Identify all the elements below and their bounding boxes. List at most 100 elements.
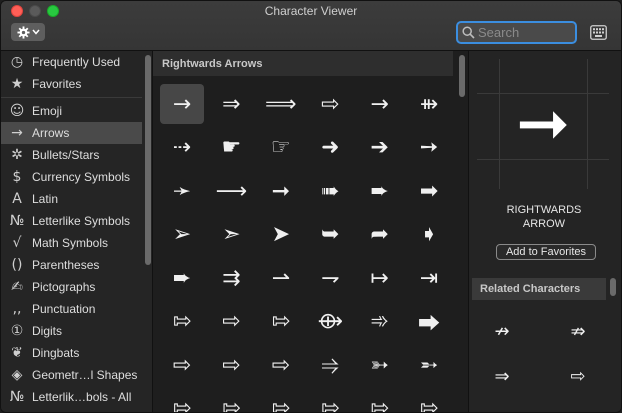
character-cell[interactable]: ➠ bbox=[308, 171, 352, 211]
asterisk-icon: ✲ bbox=[11, 147, 23, 163]
character-cell[interactable]: ⇨ bbox=[259, 345, 303, 385]
sidebar-item-label: Emoji bbox=[32, 104, 63, 118]
character-viewer-window: Character Viewer Search ◷ Frequently Use… bbox=[0, 0, 622, 413]
related-characters-header: Related Characters bbox=[472, 278, 606, 300]
related-character[interactable]: ↛ bbox=[477, 316, 527, 346]
character-cell[interactable]: ➵ bbox=[407, 345, 451, 385]
sidebar-item-label: Frequently Used bbox=[32, 55, 121, 69]
character-cell[interactable]: ↦ bbox=[358, 258, 402, 298]
smiley-icon: ☺ bbox=[9, 103, 25, 119]
character-cell[interactable]: ⇁ bbox=[308, 258, 352, 298]
preview-glyph: ➞ bbox=[516, 87, 570, 161]
add-to-favorites-button[interactable]: Add to Favorites bbox=[496, 244, 596, 260]
character-cell[interactable]: ➾ bbox=[358, 302, 402, 342]
character-cell[interactable]: → bbox=[160, 84, 204, 124]
character-name-line: ARROW bbox=[522, 218, 566, 230]
sidebar-item-label: Pictographs bbox=[32, 280, 96, 294]
character-cell[interactable]: ⟹ bbox=[259, 84, 303, 124]
sidebar-item-frequently-used[interactable]: ◷ Frequently Used bbox=[1, 51, 142, 73]
clock-icon: ◷ bbox=[10, 54, 24, 70]
character-cell[interactable]: ⇰ bbox=[259, 389, 303, 412]
character-cell[interactable]: ⇨ bbox=[308, 84, 352, 124]
search-field[interactable] bbox=[456, 21, 577, 44]
character-cell[interactable]: ➧ bbox=[407, 215, 451, 255]
sidebar-item-geometrical-shapes[interactable]: ◈ Geometr…l Shapes bbox=[1, 364, 142, 386]
search-input[interactable] bbox=[478, 24, 572, 41]
sidebar-item-letterlike-symbols[interactable]: № Letterlike Symbols bbox=[1, 210, 142, 232]
character-cell[interactable]: ➙ bbox=[407, 128, 451, 168]
character-name-line: RIGHTWARDS bbox=[506, 204, 582, 216]
action-menu-button[interactable] bbox=[11, 23, 45, 41]
character-cell[interactable]: ⇰ bbox=[160, 389, 204, 412]
related-character[interactable]: ⇨ bbox=[553, 361, 603, 391]
character-cell[interactable]: ➡ bbox=[407, 171, 451, 211]
character-cell[interactable]: ➥ bbox=[308, 215, 352, 255]
character-cell[interactable]: ➦ bbox=[358, 215, 402, 255]
character-cell[interactable]: ⥤ bbox=[308, 345, 352, 385]
sidebar-item-math-symbols[interactable]: √ Math Symbols bbox=[1, 232, 142, 254]
character-cell[interactable]: ⇒ bbox=[209, 84, 253, 124]
sidebar-item-digits[interactable]: ① Digits bbox=[1, 320, 142, 342]
sidebar-item-favorites[interactable]: ★ Favorites bbox=[1, 73, 142, 95]
character-cell[interactable]: ⟶ bbox=[209, 171, 253, 211]
character-cell[interactable]: ⇨ bbox=[160, 345, 204, 385]
character-cell[interactable]: ⟴ bbox=[308, 302, 352, 342]
character-cell[interactable]: ⇰ bbox=[308, 389, 352, 412]
character-cell[interactable]: ➜ bbox=[308, 128, 352, 168]
sidebar-item-label: Dingbats bbox=[32, 346, 80, 360]
character-cell[interactable]: ⇀ bbox=[259, 258, 303, 298]
character-cell[interactable]: ➨ bbox=[358, 171, 402, 211]
character-cell[interactable]: ⇰ bbox=[209, 389, 253, 412]
sidebar-item-letterlike-symbols-all[interactable]: № Letterlik…bols - All bbox=[1, 386, 142, 408]
character-cell[interactable]: ➢ bbox=[160, 215, 204, 255]
sidebar-item-pictographs[interactable]: ✍ Pictographs bbox=[1, 276, 142, 298]
character-cell[interactable]: ➔ bbox=[358, 128, 402, 168]
dollar-icon: $ bbox=[12, 169, 22, 185]
character-cell[interactable]: ☛ bbox=[209, 128, 253, 168]
character-cell[interactable]: ☞ bbox=[259, 128, 303, 168]
character-cell[interactable]: ⇉ bbox=[209, 258, 253, 298]
sidebar-item-latin[interactable]: A Latin bbox=[1, 188, 142, 210]
sidebar-item-label: Favorites bbox=[32, 77, 82, 91]
character-cell[interactable]: ➛ bbox=[160, 171, 204, 211]
related-character[interactable]: ⇒ bbox=[477, 361, 527, 391]
character-cell[interactable]: ⇰ bbox=[259, 302, 303, 342]
character-cell[interactable]: ⇰ bbox=[358, 389, 402, 412]
character-cell[interactable]: ⇢ bbox=[160, 128, 204, 168]
sidebar-item-label: Currency Symbols bbox=[32, 170, 131, 184]
character-cell[interactable]: ➨ bbox=[160, 258, 204, 298]
character-cell[interactable]: ⇰ bbox=[160, 302, 204, 342]
search-icon bbox=[462, 26, 475, 39]
sidebar-item-punctuation[interactable]: ‚, Punctuation bbox=[1, 298, 142, 320]
sidebar-item-dingbats[interactable]: ❦ Dingbats bbox=[1, 342, 142, 364]
star-icon: ★ bbox=[10, 76, 24, 92]
digit-icon: ① bbox=[10, 323, 24, 339]
character-cell[interactable]: ➳ bbox=[358, 345, 402, 385]
character-cell[interactable]: ➣ bbox=[209, 215, 253, 255]
keyboard-viewer-icon[interactable] bbox=[590, 25, 607, 40]
sidebar-item-currency-symbols[interactable]: $ Currency Symbols bbox=[1, 166, 142, 188]
character-cell[interactable]: ⇰ bbox=[407, 389, 451, 412]
sidebar-item-label: Arrows bbox=[32, 126, 70, 140]
character-cell[interactable]: ⇻ bbox=[407, 84, 451, 124]
sidebar-scrollbar[interactable] bbox=[145, 55, 151, 265]
title-bar: Character Viewer bbox=[1, 1, 621, 51]
sidebar-divider bbox=[1, 97, 142, 98]
sidebar-item-bullets-stars[interactable]: ✲ Bullets/Stars bbox=[1, 144, 142, 166]
related-character[interactable]: ⇏ bbox=[553, 316, 603, 346]
character-cell[interactable]: ⇥ bbox=[407, 258, 451, 298]
character-cell[interactable]: ⇨ bbox=[209, 302, 253, 342]
detail-scrollbar[interactable] bbox=[610, 278, 616, 296]
sidebar-item-label: Digits bbox=[32, 324, 63, 338]
character-cell[interactable]: ➤ bbox=[259, 215, 303, 255]
character-cell[interactable]: → bbox=[358, 84, 402, 124]
grid-scrollbar[interactable] bbox=[459, 55, 465, 97]
character-cell[interactable]: ⮕ bbox=[407, 302, 451, 342]
sidebar-item-label: Math Symbols bbox=[32, 236, 109, 250]
sidebar-item-parentheses[interactable]: () Parentheses bbox=[1, 254, 142, 276]
sidebar-item-arrows[interactable]: → Arrows bbox=[1, 122, 142, 144]
sidebar-item-emoji[interactable]: ☺ Emoji bbox=[1, 100, 142, 122]
letterlike-icon: № bbox=[9, 389, 25, 405]
character-cell[interactable]: ➞ bbox=[259, 171, 303, 211]
character-cell[interactable]: ⇨ bbox=[209, 345, 253, 385]
